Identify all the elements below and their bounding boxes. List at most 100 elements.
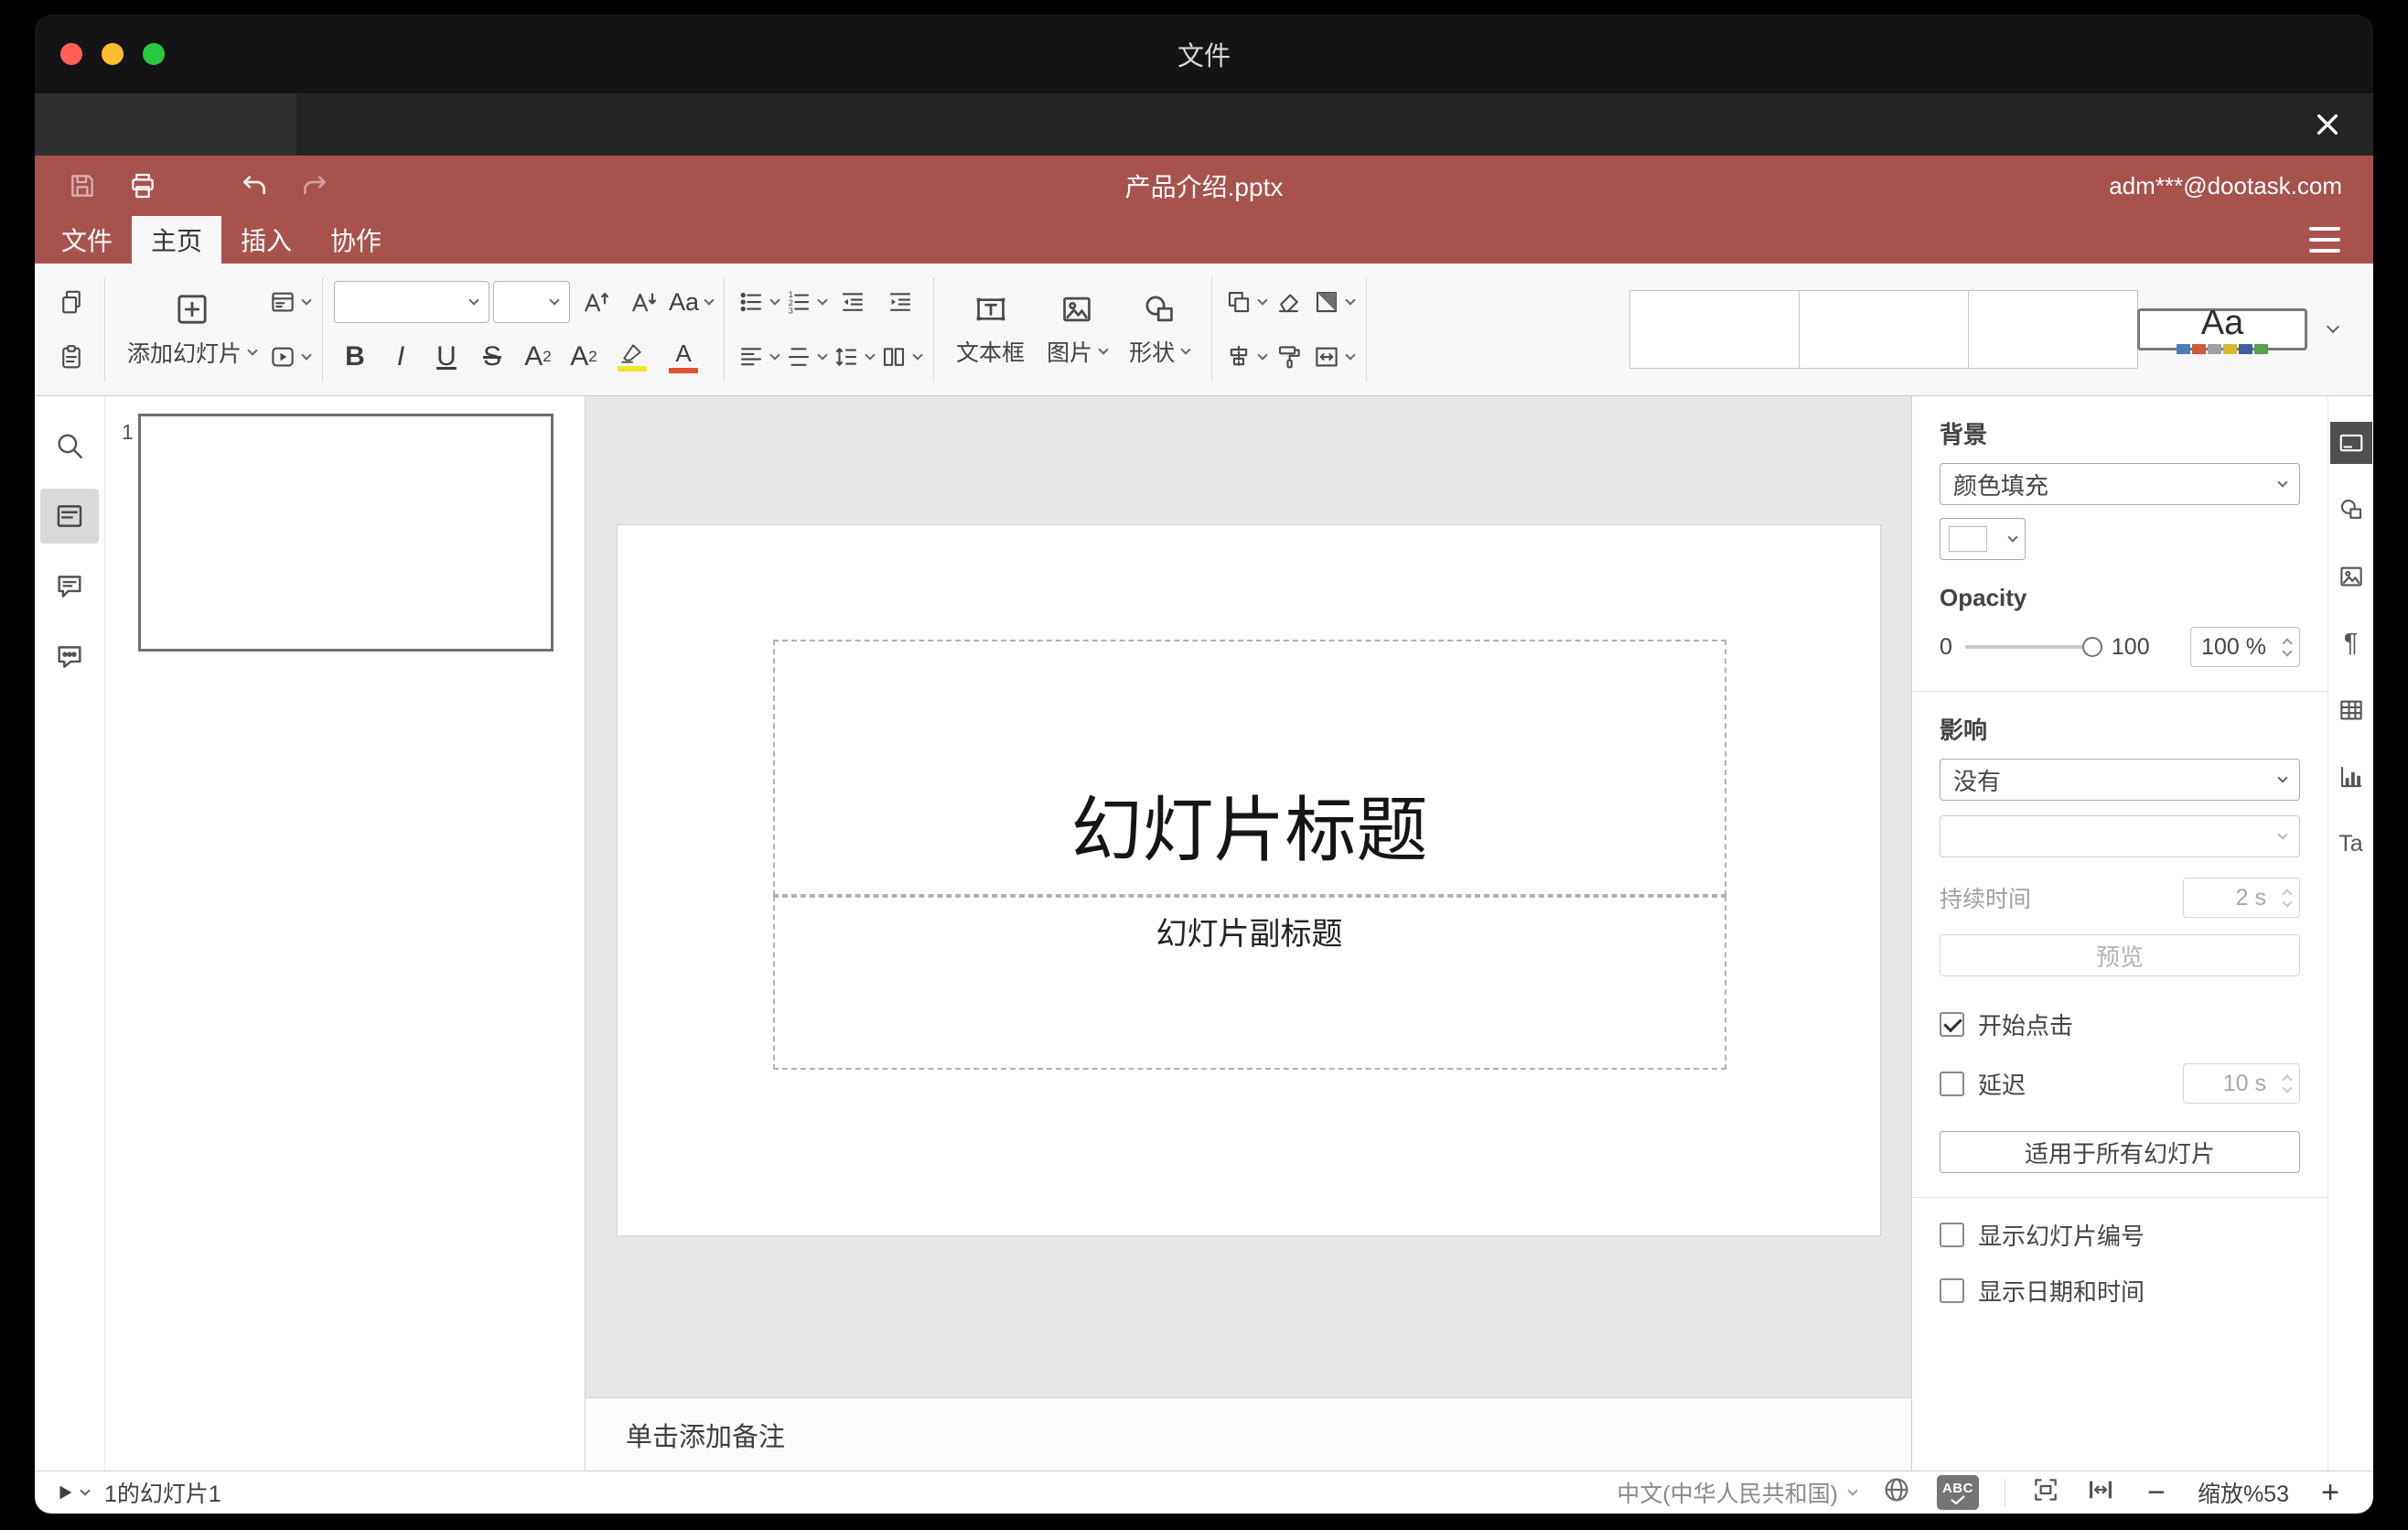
change-case-label: Aa bbox=[669, 287, 700, 316]
font-size-select[interactable] bbox=[493, 281, 571, 323]
font-color-button[interactable]: A bbox=[660, 335, 707, 379]
horizontal-align-button[interactable] bbox=[736, 335, 780, 379]
delay-checkbox[interactable] bbox=[1940, 1071, 1964, 1096]
delay-spinner[interactable]: 10 s bbox=[2183, 1063, 2300, 1104]
start-slideshow-statusbar-button[interactable] bbox=[53, 1476, 91, 1509]
spellcheck-toggle[interactable]: ABC bbox=[1936, 1475, 1979, 1510]
arrange-shapes-button[interactable] bbox=[1223, 280, 1268, 324]
paste-button[interactable] bbox=[49, 335, 93, 379]
close-window-button[interactable] bbox=[60, 43, 82, 65]
slide-surface[interactable]: 幻灯片标题 幻灯片副标题 bbox=[616, 524, 1881, 1236]
underline-button[interactable]: U bbox=[425, 335, 468, 379]
image-settings-tab[interactable] bbox=[2330, 555, 2372, 598]
fit-width-button[interactable] bbox=[2086, 1475, 2115, 1511]
notes-area[interactable]: 单击添加备注 bbox=[586, 1397, 1911, 1471]
fit-slide-button[interactable] bbox=[2031, 1475, 2060, 1511]
paragraph-settings-tab[interactable]: ¶ bbox=[2330, 622, 2372, 664]
theme-option-2[interactable] bbox=[1799, 290, 1969, 369]
theme-gallery-expand-button[interactable] bbox=[2307, 275, 2359, 383]
bullets-button[interactable] bbox=[736, 280, 780, 324]
table-settings-tab[interactable] bbox=[2330, 689, 2372, 731]
strikethrough-button[interactable]: S bbox=[471, 335, 513, 379]
copy-button[interactable] bbox=[49, 280, 93, 324]
superscript-button[interactable]: A2 bbox=[517, 335, 559, 379]
change-case-button[interactable]: Aa bbox=[669, 280, 715, 324]
show-slide-number-checkbox[interactable] bbox=[1940, 1223, 1964, 1247]
tab-collaboration[interactable]: 协作 bbox=[311, 216, 401, 264]
language-select[interactable]: 中文(中华人民共和国) bbox=[1617, 1476, 1858, 1509]
copy-style-button[interactable] bbox=[1267, 335, 1311, 379]
effect-type-select[interactable] bbox=[1940, 815, 2300, 857]
shape-settings-tab[interactable] bbox=[2330, 489, 2372, 531]
preview-button[interactable]: 预览 bbox=[1940, 934, 2300, 976]
slides-panel-button[interactable] bbox=[40, 489, 99, 544]
add-slide-button[interactable]: 添加幻灯片 bbox=[116, 275, 267, 383]
change-layout-button[interactable] bbox=[267, 280, 312, 324]
textart-settings-tab[interactable]: Ta bbox=[2330, 823, 2372, 865]
undo-button[interactable] bbox=[238, 169, 271, 202]
zoom-out-button[interactable]: − bbox=[2141, 1475, 2172, 1511]
chat-panel-button[interactable] bbox=[40, 630, 99, 684]
subscript-button[interactable]: A2 bbox=[563, 335, 605, 379]
comments-panel-button[interactable] bbox=[40, 559, 99, 614]
chevron-down-icon bbox=[816, 295, 828, 306]
vertical-align-button[interactable] bbox=[783, 335, 828, 379]
opacity-spinner[interactable]: 100 % bbox=[2190, 627, 2300, 667]
subtitle-placeholder[interactable]: 幻灯片副标题 bbox=[772, 896, 1726, 1070]
apply-to-all-slides-button[interactable]: 适用于所有幻灯片 bbox=[1940, 1131, 2300, 1173]
zoom-in-button[interactable]: + bbox=[2315, 1475, 2346, 1511]
search-button[interactable] bbox=[40, 418, 99, 473]
fill-color-button[interactable] bbox=[1311, 280, 1356, 324]
highlight-color-button[interactable] bbox=[608, 335, 656, 379]
spinner-arrows-icon[interactable] bbox=[2274, 878, 2299, 917]
show-date-time-checkbox[interactable] bbox=[1940, 1278, 1964, 1303]
slide-size-button[interactable] bbox=[1311, 335, 1356, 379]
insert-shape-label: 形状 bbox=[1129, 339, 1176, 366]
menu-hamburger-icon[interactable] bbox=[2309, 227, 2340, 253]
chart-settings-tab[interactable] bbox=[2330, 756, 2372, 798]
duration-spinner[interactable]: 2 s bbox=[2183, 878, 2300, 918]
insert-textbox-button[interactable]: 文本框 bbox=[945, 275, 1036, 383]
background-fill-select[interactable]: 颜色填充 bbox=[1940, 463, 2300, 505]
paragraph-group: 123 bbox=[736, 280, 923, 379]
increase-font-size-button[interactable] bbox=[574, 280, 618, 324]
print-button[interactable] bbox=[126, 169, 159, 202]
bold-button[interactable]: B bbox=[334, 335, 376, 379]
increase-indent-button[interactable] bbox=[878, 280, 922, 324]
numbering-button[interactable]: 123 bbox=[783, 280, 828, 324]
insert-shape-button[interactable]: 形状 bbox=[1118, 275, 1200, 383]
effect-select[interactable]: 没有 bbox=[1940, 759, 2300, 801]
align-shapes-button[interactable] bbox=[1223, 335, 1268, 379]
set-language-button[interactable] bbox=[1882, 1475, 1911, 1511]
minimize-window-button[interactable] bbox=[102, 43, 124, 65]
tab-home[interactable]: 主页 bbox=[132, 216, 221, 264]
tab-insert[interactable]: 插入 bbox=[221, 216, 311, 264]
background-color-picker[interactable] bbox=[1940, 518, 2026, 560]
theme-option-selected[interactable]: Aa bbox=[2137, 306, 2307, 354]
decrease-indent-button[interactable] bbox=[831, 280, 875, 324]
chevron-down-icon bbox=[1180, 343, 1191, 355]
tab-file[interactable]: 文件 bbox=[42, 216, 132, 264]
redo-button[interactable] bbox=[298, 169, 331, 202]
slide-thumbnail-1[interactable] bbox=[138, 414, 554, 652]
spinner-arrows-icon[interactable] bbox=[2274, 628, 2299, 666]
italic-button[interactable]: I bbox=[380, 335, 422, 379]
title-placeholder[interactable]: 幻灯片标题 bbox=[772, 640, 1726, 896]
opacity-slider[interactable] bbox=[1964, 637, 2102, 657]
save-button[interactable] bbox=[66, 169, 99, 202]
columns-button[interactable] bbox=[878, 335, 923, 379]
dialog-close-button[interactable] bbox=[2309, 106, 2346, 143]
clear-style-button[interactable] bbox=[1267, 280, 1311, 324]
theme-option-3[interactable] bbox=[1968, 290, 2138, 369]
opacity-slider-handle[interactable] bbox=[2081, 637, 2102, 657]
slide-settings-tab[interactable] bbox=[2329, 422, 2372, 464]
start-slideshow-button[interactable] bbox=[267, 335, 312, 379]
line-spacing-button[interactable] bbox=[831, 335, 876, 379]
start-on-click-checkbox[interactable] bbox=[1940, 1012, 1964, 1037]
font-name-select[interactable] bbox=[334, 281, 490, 323]
decrease-font-size-button[interactable] bbox=[621, 280, 665, 324]
maximize-window-button[interactable] bbox=[143, 43, 165, 65]
insert-image-button[interactable]: 图片 bbox=[1036, 275, 1118, 383]
spinner-arrows-icon[interactable] bbox=[2274, 1064, 2299, 1103]
theme-option-1[interactable] bbox=[1629, 290, 1800, 369]
